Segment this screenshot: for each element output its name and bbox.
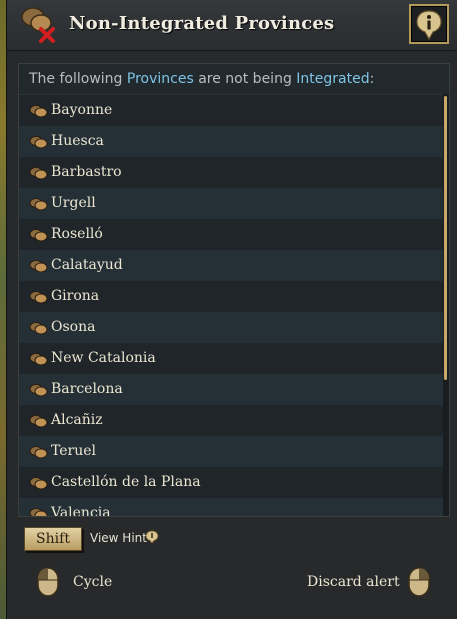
province-name: Osona — [51, 319, 96, 335]
info-button[interactable] — [409, 4, 449, 44]
scrollbar-thumb[interactable] — [444, 96, 447, 380]
province-name: Castellón de la Plana — [51, 474, 201, 490]
panel-title: Non-Integrated Provinces — [69, 13, 335, 34]
province-icon — [29, 445, 48, 458]
left-mouse-icon — [37, 567, 59, 597]
panel-header: Non-Integrated Provinces — [7, 0, 457, 51]
province-row[interactable]: Bayonne — [19, 95, 449, 126]
province-name: Urgell — [51, 195, 96, 211]
province-list: The following Provinces are not being In… — [18, 63, 450, 517]
province-name: New Catalonia — [51, 350, 156, 366]
province-icon — [29, 476, 48, 489]
discard-alert-label[interactable]: Discard alert — [307, 574, 400, 590]
province-row[interactable]: Alcañiz — [19, 405, 449, 436]
hint-icon — [145, 530, 159, 544]
province-alert-icon — [21, 7, 55, 43]
province-row[interactable]: New Catalonia — [19, 343, 449, 374]
view-hint-label: View Hint — [90, 531, 147, 545]
province-name: Bayonne — [51, 102, 113, 118]
province-row[interactable]: Urgell — [19, 188, 449, 219]
province-icon — [29, 135, 48, 148]
province-row[interactable]: Valencia — [19, 498, 449, 517]
province-icon — [29, 321, 48, 334]
province-icon — [29, 352, 48, 365]
province-icon — [29, 507, 48, 516]
province-name: Alcañiz — [51, 412, 103, 428]
province-name: Huesca — [51, 133, 104, 149]
province-icon — [29, 414, 48, 427]
province-name: Calatayud — [51, 257, 123, 273]
info-icon — [416, 10, 442, 41]
province-name: Roselló — [51, 226, 103, 242]
province-row[interactable]: Osona — [19, 312, 449, 343]
province-icon — [29, 104, 48, 117]
right-mouse-icon — [408, 567, 430, 597]
province-name: Barbastro — [51, 164, 122, 180]
province-rows: Bayonne Huesca Barbastro Urgell Roselló Calat… — [19, 95, 449, 517]
shift-key: Shift — [24, 527, 82, 551]
provinces-link[interactable]: Provinces — [127, 71, 194, 87]
province-row[interactable]: Girona — [19, 281, 449, 312]
province-name: Teruel — [51, 443, 97, 459]
province-name: Girona — [51, 288, 100, 304]
cycle-label[interactable]: Cycle — [73, 574, 112, 590]
province-icon — [29, 290, 48, 303]
province-row[interactable]: Teruel — [19, 436, 449, 467]
province-row[interactable]: Huesca — [19, 126, 449, 157]
province-icon — [29, 228, 48, 241]
province-row[interactable]: Roselló — [19, 219, 449, 250]
list-intro: The following Provinces are not being In… — [19, 64, 449, 95]
province-icon — [29, 166, 48, 179]
province-icon — [29, 259, 48, 272]
province-name: Barcelona — [51, 381, 123, 397]
scrollbar[interactable] — [443, 94, 449, 516]
intro-prefix: The following — [29, 71, 127, 87]
intro-suffix: : — [369, 71, 375, 87]
province-row[interactable]: Barbastro — [19, 157, 449, 188]
province-icon — [29, 383, 48, 396]
province-name: Valencia — [51, 505, 111, 517]
alert-panel: Non-Integrated Provinces The following P… — [6, 0, 457, 619]
province-icon — [29, 197, 48, 210]
intro-middle: are not being — [193, 71, 297, 87]
province-row[interactable]: Calatayud — [19, 250, 449, 281]
province-row[interactable]: Barcelona — [19, 374, 449, 405]
province-row[interactable]: Castellón de la Plana — [19, 467, 449, 498]
integrated-link[interactable]: Integrated — [296, 71, 369, 87]
